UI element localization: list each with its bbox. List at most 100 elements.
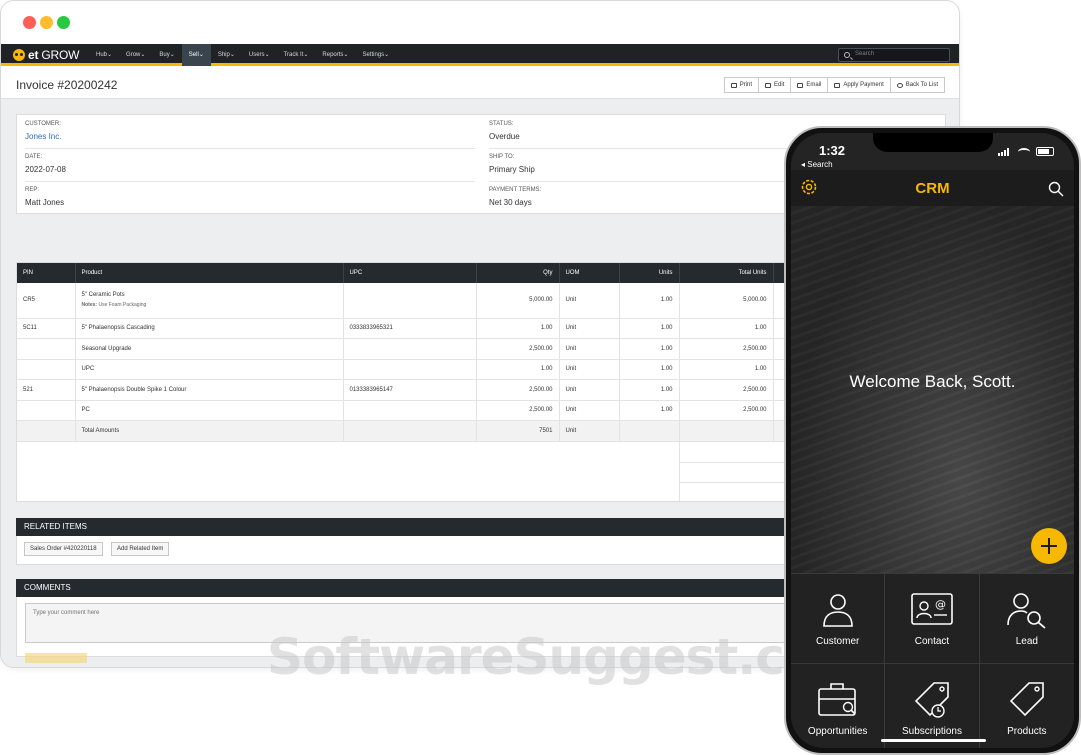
nav-item-sell[interactable]: Sell⌄ xyxy=(181,44,211,66)
cell-pin xyxy=(17,338,76,360)
briefcase-icon xyxy=(817,683,856,716)
edit-icon xyxy=(765,82,772,88)
email-icon xyxy=(797,82,804,88)
phone-notch xyxy=(873,133,993,152)
cell-product: 5" Phalaenopsis Cascading xyxy=(75,318,344,339)
tile-label: Opportunities xyxy=(807,726,868,737)
page-header: Invoice #20200242 Print Edit Email Apply… xyxy=(1,69,959,99)
watermark: SoftwareSuggest.com xyxy=(267,628,869,686)
field-label: REP: xyxy=(25,187,40,193)
phone-device: 1:32 ◂ Search CRM Welcome Back, Scott. C… xyxy=(784,126,1081,755)
column-header[interactable]: PIN xyxy=(17,263,76,283)
cell-qty: 1.00 xyxy=(476,318,560,339)
cell-qty: 1.00 xyxy=(476,359,560,380)
note-text: Use Foam Packaging xyxy=(98,302,147,309)
edit-button[interactable]: Edit xyxy=(758,77,792,93)
tile-opportunities[interactable]: Opportunities xyxy=(791,663,886,748)
nav-item-ship[interactable]: Ship⌄ xyxy=(211,44,242,66)
add-button[interactable] xyxy=(1031,528,1067,564)
column-header[interactable]: Product xyxy=(75,263,344,283)
cell-pin: 521 xyxy=(17,379,76,401)
column-header[interactable]: UPC xyxy=(343,263,477,283)
status-time: 1:32 xyxy=(819,143,846,158)
cell-qty: 5,000.00 xyxy=(476,283,560,319)
cell-upc xyxy=(343,283,477,319)
add-related-item-button[interactable]: Add Related Item xyxy=(111,542,170,556)
home-indicator[interactable] xyxy=(881,739,986,742)
button-label: Print xyxy=(739,82,753,88)
nav-item-settings[interactable]: Settings⌄ xyxy=(355,44,396,66)
cell-upc xyxy=(343,400,477,421)
search-icon xyxy=(844,52,850,58)
tile-products[interactable]: Products xyxy=(979,663,1074,748)
cell-units: 1.00 xyxy=(619,359,680,380)
cell-pin xyxy=(17,420,76,442)
nav-label: Grow xyxy=(126,52,141,58)
total-uom: Unit xyxy=(559,420,620,442)
back-to-list-button[interactable]: Back To List xyxy=(889,77,945,93)
welcome-message: Welcome Back, Scott. xyxy=(849,372,1016,391)
cell-units xyxy=(619,420,680,442)
tile-label: Subscriptions xyxy=(901,726,962,737)
product-note: Notes: Use Foam Packaging xyxy=(82,302,337,308)
customer-field: CUSTOMER: Jones Inc. xyxy=(25,121,475,141)
post-comment-button[interactable] xyxy=(25,653,87,663)
nav-item-grow[interactable]: Grow⌄ xyxy=(119,44,152,66)
column-header[interactable]: Total Units xyxy=(679,263,774,283)
tile-lead[interactable]: Lead xyxy=(979,573,1074,663)
email-button[interactable]: Email xyxy=(790,77,829,93)
cell-uom: Unit xyxy=(559,283,620,319)
search-icon[interactable] xyxy=(1048,181,1064,197)
nav-item-hub[interactable]: Hub⌄ xyxy=(89,44,119,66)
field-label: DATE: xyxy=(25,154,43,160)
note-label: Notes: xyxy=(81,302,98,309)
cell-total-units: 1.00 xyxy=(679,318,774,339)
button-label: Edit xyxy=(774,82,785,88)
column-header[interactable]: Units xyxy=(619,263,680,283)
print-button[interactable]: Print xyxy=(723,77,760,93)
column-header[interactable]: UOM xyxy=(559,263,620,283)
nav-item-reports[interactable]: Reports⌄ xyxy=(315,44,355,66)
cell-uom: Unit xyxy=(559,379,620,401)
date-value: 2022-07-08 xyxy=(25,165,66,174)
cell-uom: Unit xyxy=(559,318,620,339)
cell-upc: 0133383965147 xyxy=(343,379,477,401)
minimize-window-button[interactable] xyxy=(40,16,53,29)
rep-value: Matt Jones xyxy=(25,198,65,207)
wifi-icon xyxy=(1018,147,1030,156)
payment-icon xyxy=(834,82,841,88)
app-title: CRM xyxy=(915,180,950,197)
button-label: Back To List xyxy=(905,82,938,88)
button-label: Email xyxy=(806,82,822,88)
status-icons xyxy=(998,147,1054,156)
nav-item-buy[interactable]: Buy⌄ xyxy=(152,44,181,66)
nav-item-users[interactable]: Users⌄ xyxy=(242,44,277,66)
tile-customer[interactable]: Customer xyxy=(791,573,886,663)
cell-total-units: 2,500.00 xyxy=(679,379,774,401)
cell-units: 1.00 xyxy=(619,338,680,360)
total-qty: 7501 xyxy=(476,420,560,442)
nav-label: Settings xyxy=(362,52,385,58)
back-to-search-link[interactable]: ◂ Search xyxy=(801,160,833,169)
close-window-button[interactable] xyxy=(23,16,36,29)
customer-link[interactable]: Jones Inc. xyxy=(25,132,475,141)
app-header: CRM xyxy=(791,170,1074,206)
sales-order-button[interactable]: Sales Order #420220118 xyxy=(24,542,103,556)
module-grid: Customer @ Contact Lead Opportunities Su… xyxy=(791,573,1074,748)
brand-prefix: et xyxy=(28,48,39,62)
brand-icon xyxy=(13,49,25,61)
maximize-window-button[interactable] xyxy=(57,16,70,29)
nav-label: Ship xyxy=(217,52,230,58)
tile-subscriptions[interactable]: Subscriptions xyxy=(885,663,980,748)
window-chrome xyxy=(1,1,959,44)
brand-logo[interactable]: et GROW xyxy=(13,47,79,63)
cell-total-units: 5,000.00 xyxy=(679,283,774,319)
signal-icon xyxy=(998,147,1012,156)
search-input[interactable]: Search xyxy=(838,48,950,62)
cell-units: 1.00 xyxy=(619,283,680,319)
tile-contact[interactable]: @ Contact xyxy=(885,573,980,663)
nav-label: Track It xyxy=(283,52,304,58)
apply-payment-button[interactable]: Apply Payment xyxy=(827,77,891,93)
nav-item-track-it[interactable]: Track It⌄ xyxy=(277,44,316,66)
column-header[interactable]: Qty xyxy=(476,263,560,283)
